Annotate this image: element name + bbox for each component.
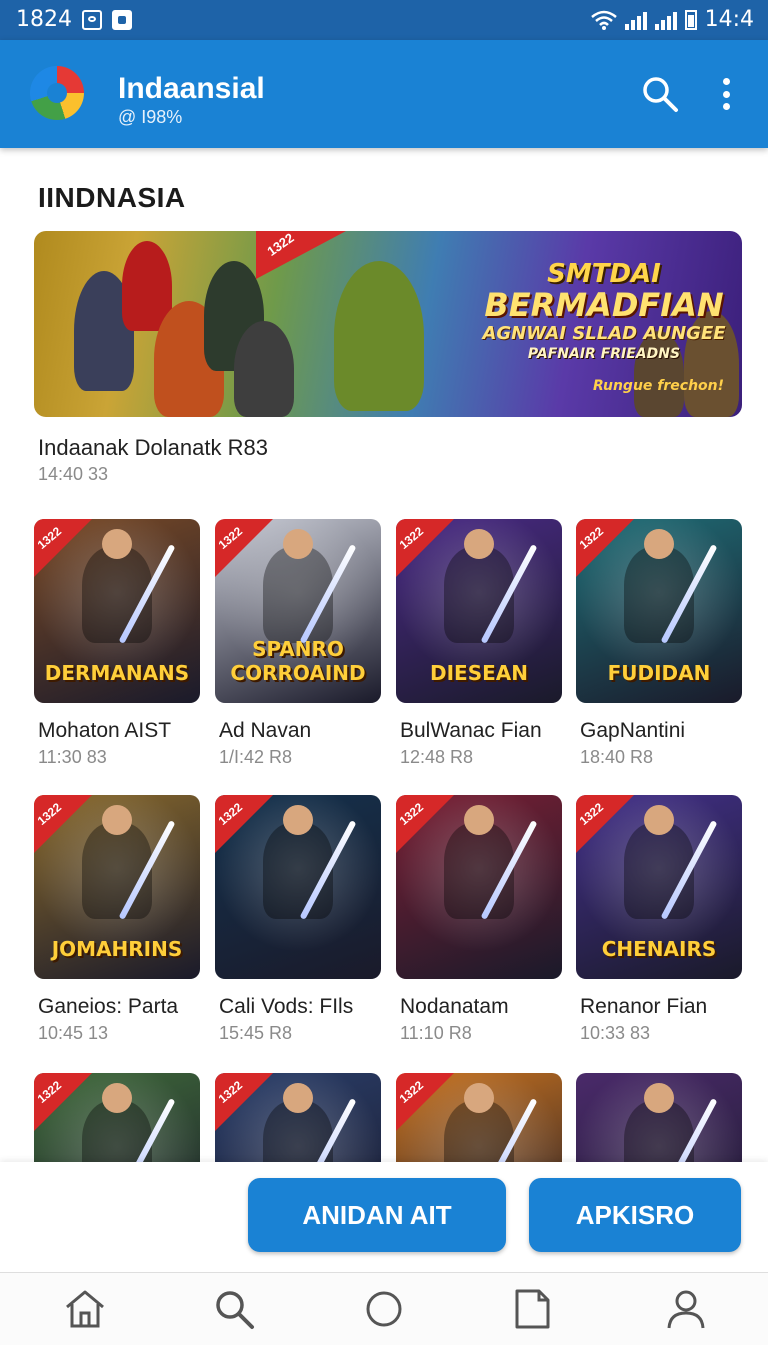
banner-time: 14:40 33 [38, 464, 109, 484]
wifi-icon [590, 10, 617, 30]
status-bar: 1824 14:4 [0, 0, 768, 40]
character-art [82, 805, 152, 919]
app-title: Indaansial [118, 72, 265, 105]
game-tile-time: 11:10 R8 [400, 1023, 472, 1043]
game-tile-time: 1/I:42 R8 [219, 747, 293, 767]
action-bar: ANIDAN AIT APKISRO [0, 1162, 768, 1272]
tile-game-logo: DERMANANS [44, 661, 190, 685]
game-tile-time: 11:30 83 [38, 747, 107, 767]
game-tile-title[interactable]: Renanor Fian [580, 995, 707, 1019]
character-art [624, 805, 694, 919]
game-tile[interactable]: 1322 [396, 795, 562, 979]
section-title: IINDNASIA [38, 182, 186, 213]
banner-headline-1: SMTDAI [547, 259, 661, 289]
banner-title[interactable]: Indaanak Dolanatk R83 [38, 435, 268, 461]
battery-icon [684, 9, 697, 30]
tile-game-logo: CHENAIRS [601, 937, 717, 961]
search-icon[interactable] [640, 74, 680, 114]
character-art [444, 805, 514, 919]
game-tile-time: 10:45 13 [38, 1023, 109, 1043]
game-tile-title[interactable]: Nodanatam [400, 995, 509, 1019]
tile-game-logo: SPANRO CORROAIND [230, 637, 366, 685]
banner-headline-3: AGNWAI SLLAD AUNGEE [482, 323, 726, 344]
search-icon[interactable] [210, 1285, 258, 1333]
circle-icon[interactable] [360, 1285, 408, 1333]
status-time-right: 14:4 [704, 7, 754, 32]
game-tile[interactable]: 1322 DERMANANS [34, 519, 200, 703]
game-tile-title[interactable]: BulWanac Fian [400, 719, 542, 743]
primary-action-button[interactable]: ANIDAN AIT [248, 1178, 506, 1252]
bottom-navigation [0, 1272, 768, 1345]
game-tile-title[interactable]: Mohaton AIST [38, 719, 171, 743]
game-tile-title[interactable]: Ganeios: Parta [38, 995, 178, 1019]
banner-tagline: Rungue frechon! [592, 378, 724, 394]
game-tile[interactable]: 1322 CHENAIRS [576, 795, 742, 979]
game-tile[interactable]: 1322 SPANRO CORROAIND [215, 519, 381, 703]
tile-game-logo: DIESEAN [430, 661, 528, 685]
game-tile[interactable]: 1322 FUDIDAN [576, 519, 742, 703]
banner-headline-2: BERMADFIAN [484, 286, 724, 324]
game-tile-time: 10:33 83 [580, 1023, 651, 1043]
tile-game-logo: JOMAHRINS [51, 937, 183, 961]
signal-icon [624, 10, 647, 30]
tile-game-logo: FUDIDAN [607, 661, 711, 685]
character-art [263, 529, 333, 643]
character-art [263, 805, 333, 919]
game-tile[interactable]: 1322 [215, 795, 381, 979]
banner-headline-4: PAFNAIR FRIEADNS [527, 346, 681, 362]
app-notification-icon [112, 9, 132, 30]
secondary-action-button[interactable]: APKISRO [529, 1178, 741, 1252]
game-tile[interactable]: 1322 JOMAHRINS [34, 795, 200, 979]
game-tile-time: 12:48 R8 [400, 747, 474, 767]
game-tile-time: 18:40 R8 [580, 747, 654, 767]
profile-icon[interactable] [662, 1285, 710, 1333]
gallery-notification-icon [82, 9, 102, 30]
banner-headline: SMTDAI BERMADFIAN AGNWAI SLLAD AUNGEE PA… [474, 259, 734, 394]
character-art [444, 529, 514, 643]
document-icon[interactable] [508, 1285, 556, 1333]
game-tile[interactable]: 1322 DIESEAN [396, 519, 562, 703]
game-tile-time: 15:45 R8 [219, 1023, 293, 1043]
character-art [624, 529, 694, 643]
game-tile-title[interactable]: Ad Navan [219, 719, 311, 743]
app-subtitle: @ I98% [118, 107, 183, 127]
signal-icon-2 [654, 10, 677, 30]
game-tile-title[interactable]: Cali Vods: FIls [219, 995, 353, 1019]
character-art [82, 529, 152, 643]
featured-banner[interactable]: 1322 SMTDAI BERMADFIAN AGNWAI SLLAD AUNG… [34, 231, 742, 417]
status-time-left: 1824 [16, 7, 72, 32]
app-bar: Indaansial @ I98% [0, 40, 768, 148]
home-icon[interactable] [61, 1285, 109, 1333]
overflow-menu-icon[interactable] [712, 74, 740, 114]
app-logo-icon[interactable] [30, 66, 84, 120]
game-tile-title[interactable]: GapNantini [580, 719, 685, 743]
